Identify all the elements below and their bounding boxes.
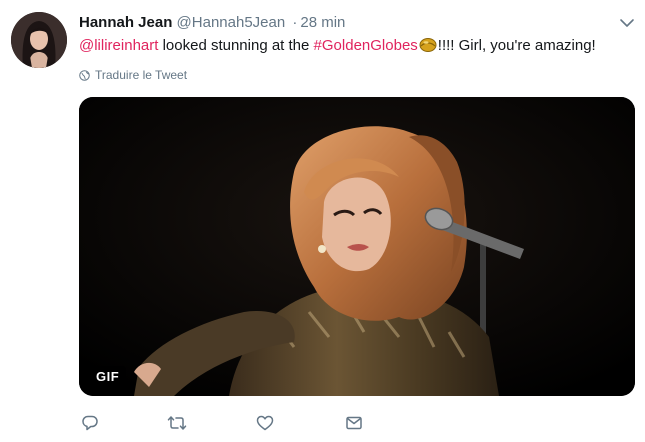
tweet-text-part1: looked stunning at the: [158, 37, 314, 54]
tweet-actions: [79, 412, 635, 434]
timestamp[interactable]: 28 min: [300, 14, 345, 31]
gif-media[interactable]: GIF: [79, 97, 635, 396]
like-icon[interactable]: [254, 412, 276, 434]
tweet-options-chevron-icon[interactable]: [619, 15, 635, 31]
retweet-icon[interactable]: [166, 412, 188, 434]
tweet-header: Hannah Jean @Hannah5Jean · 28 min: [79, 13, 345, 33]
gif-badge: GIF: [89, 366, 127, 388]
globe-icon: [79, 70, 90, 81]
avatar-image: [11, 12, 67, 68]
direct-message-icon[interactable]: [343, 412, 365, 434]
tweet-text-part2: !!!! Girl, you're amazing!: [437, 37, 596, 54]
tweet-text: @lilireinhart looked stunning at the #Go…: [79, 36, 634, 56]
gif-image: [79, 97, 635, 396]
avatar[interactable]: [11, 12, 67, 68]
mention-link[interactable]: @lilireinhart: [79, 37, 158, 54]
author-name[interactable]: Hannah Jean: [79, 14, 172, 31]
golden-globe-icon: [419, 37, 437, 53]
reply-icon[interactable]: [79, 412, 101, 434]
translate-label: Traduire le Tweet: [95, 68, 188, 82]
tweet[interactable]: Hannah Jean @Hannah5Jean · 28 min @lilire…: [0, 0, 645, 442]
author-handle[interactable]: @Hannah5Jean: [177, 14, 286, 31]
translate-tweet-link[interactable]: Traduire le Tweet: [79, 67, 187, 83]
separator-dot: ·: [292, 14, 298, 31]
hashtag-link[interactable]: #GoldenGlobes: [314, 37, 418, 54]
